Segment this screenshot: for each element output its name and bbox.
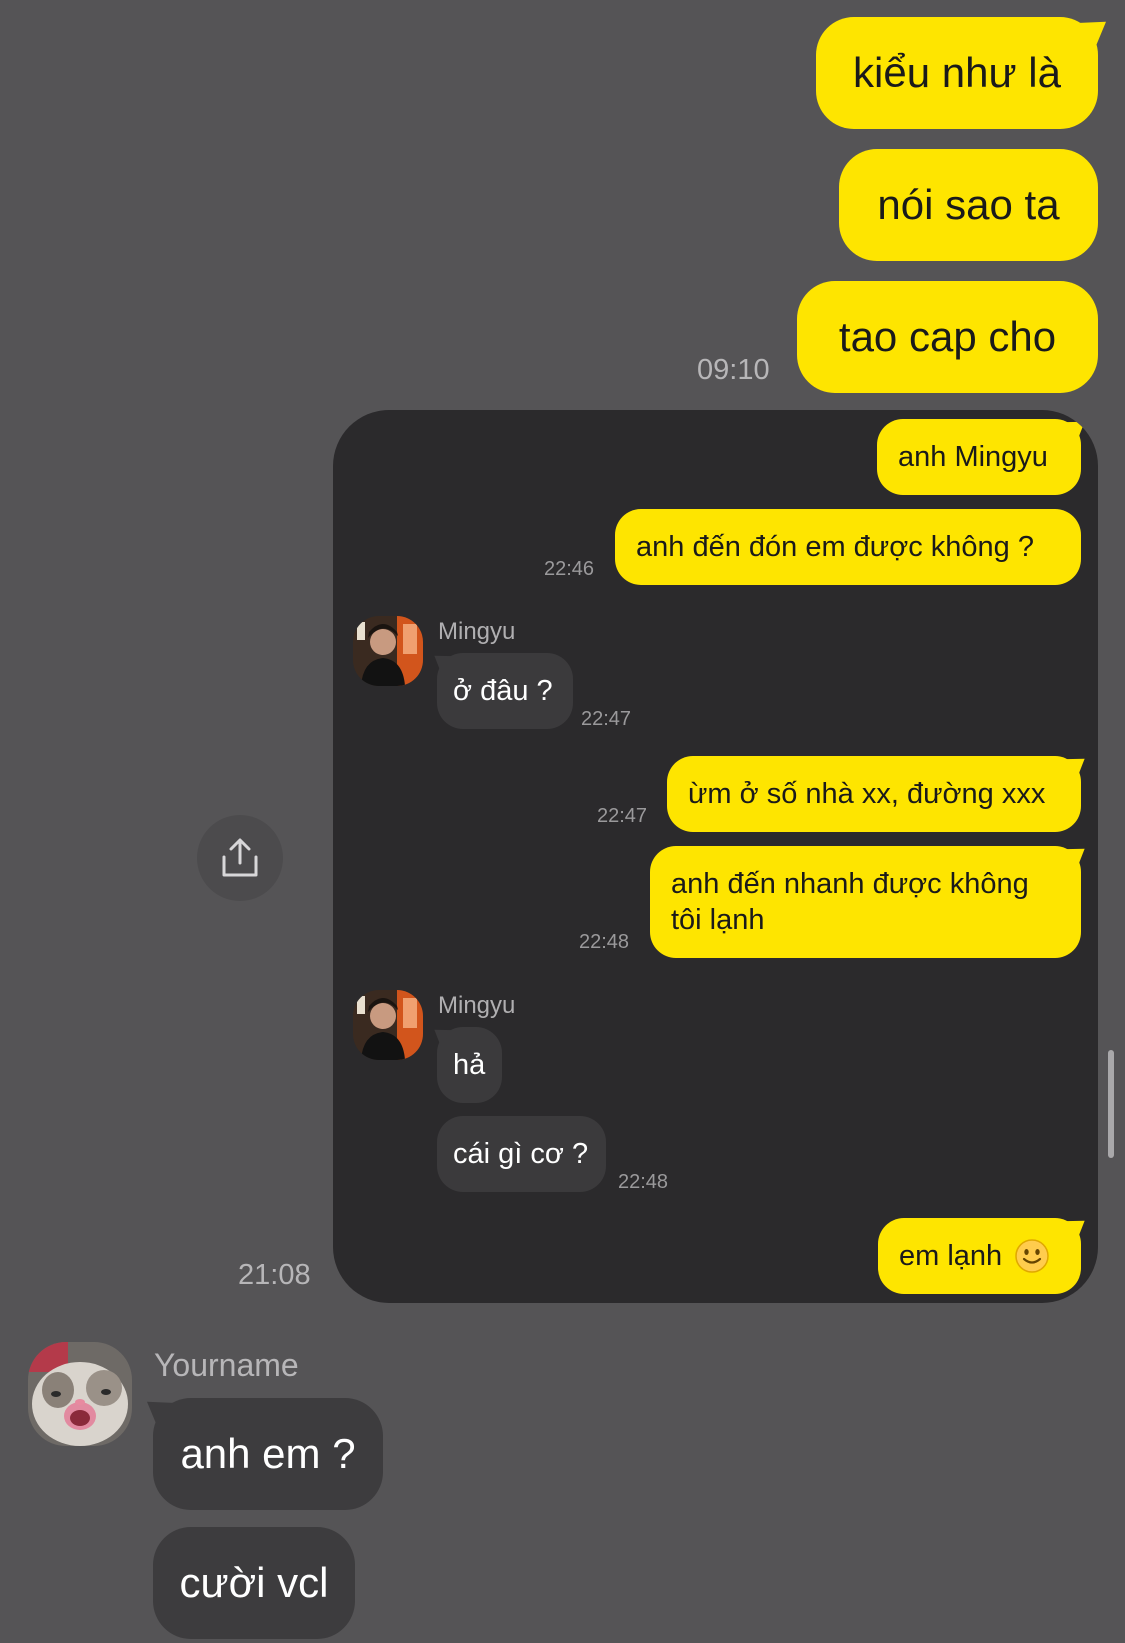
share-button[interactable] (197, 815, 283, 901)
message-timestamp: 21:08 (238, 1259, 311, 1291)
card-message-text: ở đâu ? (453, 674, 553, 707)
card-received-bubble: hả (437, 1027, 502, 1103)
message-text: nói sao ta (877, 181, 1060, 228)
sent-message-bubble[interactable]: tao cap cho (797, 281, 1098, 393)
card-timestamp: 22:47 (597, 805, 648, 827)
message-text: tao cap cho (838, 313, 1057, 360)
card-received-bubble: ở đâu ? (437, 653, 573, 729)
slightly-smiling-emoji-icon (1014, 1238, 1050, 1274)
card-timestamp: 22:48 (579, 931, 630, 953)
message-text: cười vcl (179, 1559, 329, 1606)
card-sender-name: Mingyu (438, 992, 516, 1019)
received-message-bubble[interactable]: cười vcl (153, 1527, 355, 1639)
card-sent-bubble: anh đến nhanh được không tôi lạnh (650, 846, 1081, 958)
sender-name: Yourname (154, 1347, 299, 1383)
message-text: anh em ? (180, 1430, 356, 1477)
cat-avatar-image (28, 1342, 132, 1446)
card-message-text: ừm ở số nhà xx, đường xxx (688, 778, 1046, 810)
card-message-text: anh đến đón em được không ? (636, 531, 1034, 563)
card-message-text: anh Mingyu (898, 441, 1048, 473)
card-message-text: cái gì cơ ? (453, 1137, 589, 1170)
received-message-bubble[interactable]: anh em ? (153, 1398, 383, 1510)
card-timestamp: 22:48 (618, 1171, 669, 1193)
cat-avatar[interactable] (28, 1342, 132, 1446)
card-timestamp: 22:47 (581, 708, 632, 730)
card-message-text: em lạnh (899, 1240, 1003, 1272)
card-sent-bubble: ừm ở số nhà xx, đường xxx (667, 756, 1081, 832)
message-text: kiểu như là (853, 49, 1061, 96)
card-sender-name: Mingyu (438, 618, 516, 645)
share-icon (222, 838, 258, 877)
mingyu-avatar (353, 616, 423, 686)
message-timestamp: 09:10 (697, 354, 770, 386)
mingyu-avatar (353, 990, 423, 1060)
scrollbar[interactable] (1108, 1050, 1114, 1158)
sent-message-bubble[interactable]: kiểu như là (816, 17, 1098, 129)
card-sent-bubble: anh đến đón em được không ? (615, 509, 1081, 585)
card-received-bubble: cái gì cơ ? (437, 1116, 606, 1192)
sent-message-bubble[interactable]: nói sao ta (839, 149, 1098, 261)
card-sent-bubble: em lạnh (878, 1218, 1081, 1294)
card-message-line: tôi lạnh (671, 904, 765, 936)
card-message-text: hả (453, 1048, 486, 1081)
mingyu-avatar-image (353, 616, 423, 686)
card-timestamp: 22:46 (544, 558, 595, 580)
card-message-line: anh đến nhanh được không (671, 868, 1029, 900)
shared-screenshot-card[interactable]: anh Mingyu 22:46 anh đến đón em được khô… (333, 410, 1098, 1303)
mingyu-avatar-image (353, 990, 423, 1060)
card-sent-bubble: anh Mingyu (877, 419, 1081, 495)
